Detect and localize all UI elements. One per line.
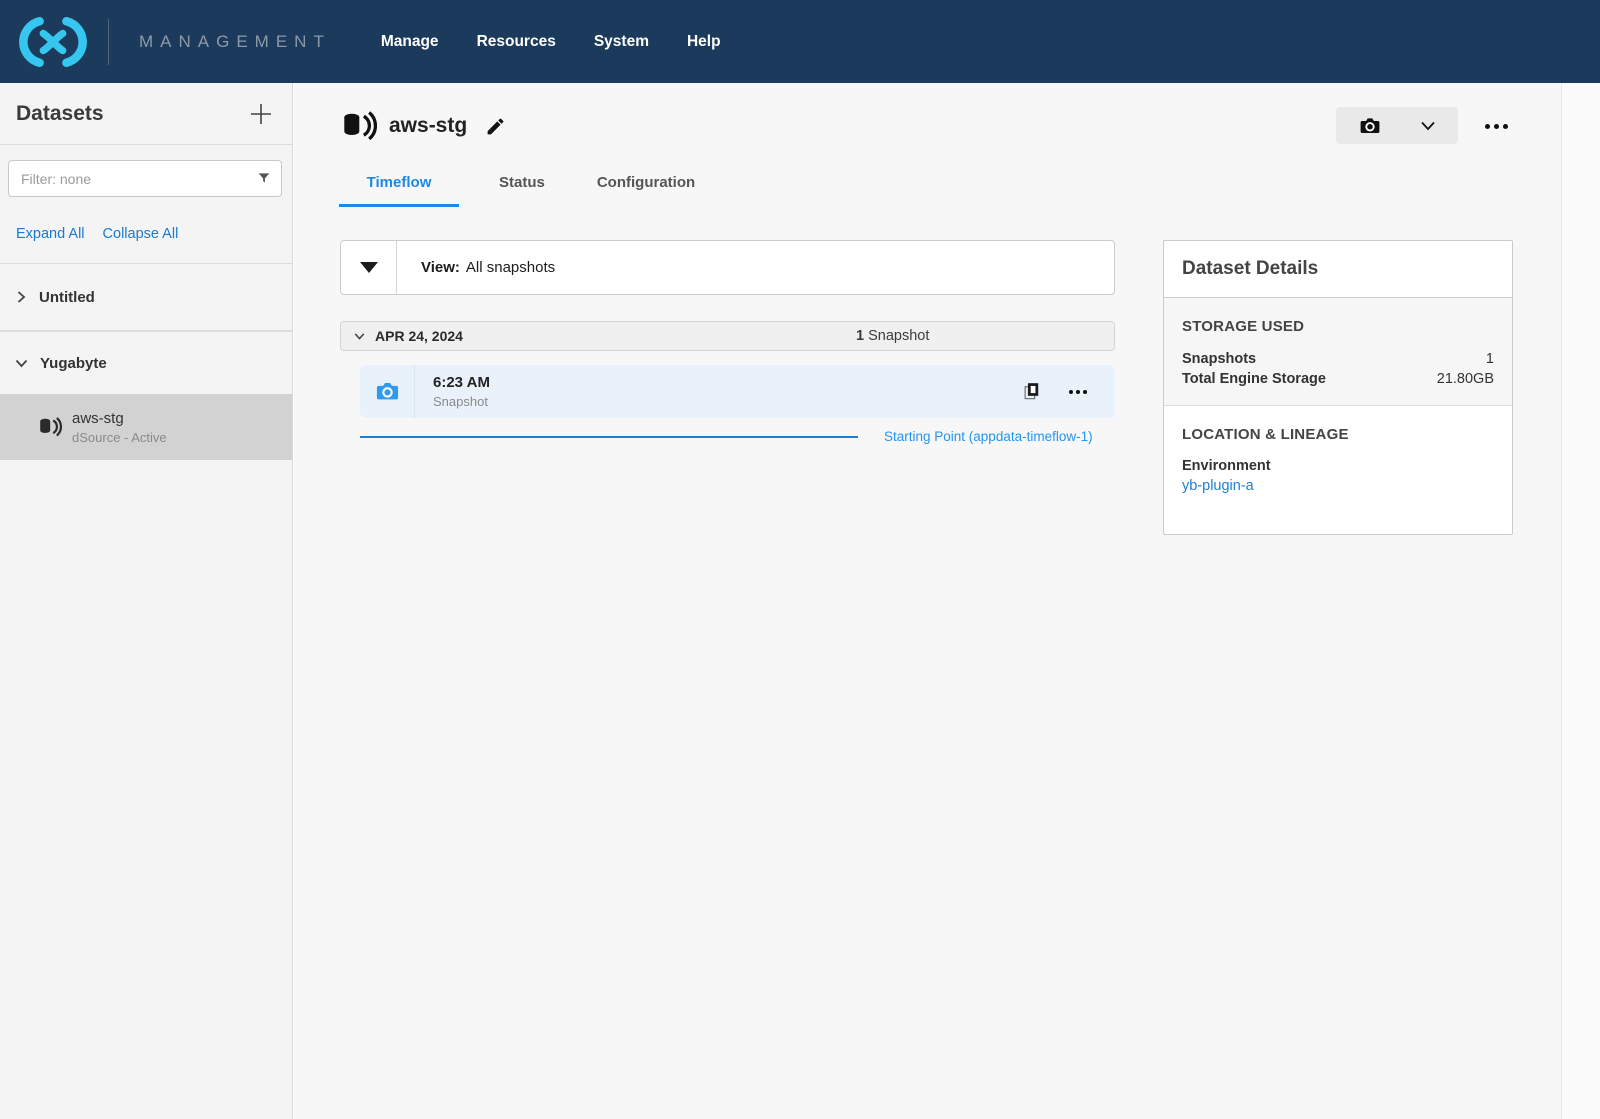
nav-item-manage[interactable]: Manage — [381, 33, 439, 51]
sidebar-group-yugabyte[interactable]: Yugabyte — [0, 331, 292, 394]
nav-item-system[interactable]: System — [594, 33, 649, 51]
view-selector-toggle[interactable] — [341, 241, 397, 294]
environment-label: Environment — [1182, 458, 1494, 474]
group-label: Untitled — [39, 289, 95, 306]
group-label: Yugabyte — [40, 355, 107, 372]
environment-link[interactable]: yb-plugin-a — [1182, 478, 1494, 518]
timeline-row: Starting Point (appdata-timeflow-1) — [360, 429, 1115, 444]
group-date: APR 24, 2024 — [375, 328, 463, 344]
nav-links: Manage Resources System Help — [381, 33, 721, 51]
dsource-icon — [38, 415, 62, 439]
ellipsis-icon — [1485, 124, 1490, 129]
dataset-name: aws-stg — [72, 410, 167, 427]
sidebar-header: Datasets — [0, 83, 292, 145]
snapshot-more-options-button[interactable] — [1069, 390, 1087, 394]
snapshot-camera-cell — [360, 365, 415, 418]
sidebar-item-aws-stg[interactable]: aws-stg dSource - Active — [0, 394, 292, 460]
pencil-icon — [485, 116, 506, 137]
filter-field-wrap — [8, 160, 282, 197]
delphix-logo-icon[interactable] — [14, 15, 92, 69]
view-value: All snapshots — [466, 259, 555, 276]
view-label: View: — [421, 259, 460, 276]
location-lineage-section: LOCATION & LINEAGE Environment yb-plugin… — [1164, 406, 1512, 534]
snapshot-camera-icon — [374, 378, 401, 405]
storage-used-section: STORAGE USED Snapshots 1 Total Engine St… — [1164, 298, 1512, 406]
dataset-tabs: Timeflow Status Configuration — [339, 166, 707, 207]
chevron-down-icon — [1420, 120, 1436, 132]
datasets-sidebar: Datasets Expand All Collapse All Untitle… — [0, 83, 293, 1119]
storage-row-snapshots: Snapshots 1 — [1182, 349, 1494, 369]
nav-item-resources[interactable]: Resources — [477, 33, 556, 51]
starting-point-link[interactable]: Starting Point (appdata-timeflow-1) — [884, 429, 1093, 444]
brand-text: MANAGEMENT — [139, 32, 331, 52]
details-title: Dataset Details — [1182, 258, 1318, 280]
more-options-button[interactable] — [1476, 113, 1516, 139]
filter-funnel-icon[interactable] — [256, 170, 272, 191]
snapshot-action-button[interactable] — [1336, 107, 1458, 144]
edit-name-button[interactable] — [485, 116, 506, 137]
snapshot-actions — [1022, 365, 1115, 418]
storage-rows: Snapshots 1 Total Engine Storage 21.80GB — [1182, 349, 1494, 389]
tab-timeflow[interactable]: Timeflow — [339, 166, 459, 207]
sidebar-links: Expand All Collapse All — [16, 226, 276, 242]
ellipsis-icon — [1069, 390, 1073, 394]
tree-item-texts: aws-stg dSource - Active — [72, 410, 167, 445]
storage-row-total-engine: Total Engine Storage 21.80GB — [1182, 369, 1494, 389]
tab-configuration[interactable]: Configuration — [585, 166, 707, 207]
view-text: View: All snapshots — [397, 241, 555, 294]
sidebar-group-untitled[interactable]: Untitled — [0, 263, 292, 331]
copy-icon — [1022, 381, 1041, 402]
dataset-filter-input[interactable] — [8, 160, 282, 197]
snapshot-texts: 6:23 AM Snapshot — [415, 365, 1022, 418]
collapse-all-link[interactable]: Collapse All — [103, 226, 179, 242]
dsource-icon — [341, 108, 377, 144]
expand-all-link[interactable]: Expand All — [16, 226, 85, 242]
snapshot-time: 6:23 AM — [433, 374, 1022, 391]
plus-icon — [248, 101, 274, 127]
snapshot-row[interactable]: 6:23 AM Snapshot — [360, 365, 1115, 418]
sidebar-title: Datasets — [16, 102, 104, 126]
scrollbar-gutter[interactable] — [1561, 83, 1600, 1119]
nav-item-help[interactable]: Help — [687, 33, 721, 51]
triangle-down-icon — [360, 262, 378, 273]
nav-divider — [108, 19, 109, 65]
details-header: Dataset Details — [1164, 241, 1512, 298]
snapshot-group-header[interactable]: APR 24, 2024 1 Snapshot — [340, 321, 1115, 351]
page-title: aws-stg — [389, 114, 467, 138]
dataset-title-row: aws-stg — [341, 108, 506, 144]
top-navigation-bar: MANAGEMENT Manage Resources System Help — [0, 0, 1600, 83]
chevron-right-icon — [14, 290, 28, 304]
dataset-subtitle: dSource - Active — [72, 430, 167, 445]
camera-icon — [1358, 114, 1382, 138]
copy-timeflow-button[interactable] — [1022, 381, 1041, 402]
chevron-down-icon — [14, 356, 29, 370]
add-dataset-button[interactable] — [246, 99, 276, 129]
dataset-details-panel: Dataset Details STORAGE USED Snapshots 1… — [1163, 240, 1513, 535]
snapshot-type: Snapshot — [433, 394, 1022, 409]
location-lineage-heading: LOCATION & LINEAGE — [1182, 426, 1494, 443]
timeline-line — [360, 436, 858, 438]
view-selector[interactable]: View: All snapshots — [340, 240, 1115, 295]
storage-used-heading: STORAGE USED — [1182, 318, 1494, 335]
chevron-down-icon — [353, 330, 366, 342]
tab-status[interactable]: Status — [487, 166, 557, 207]
main-content: aws-stg Timeflow Status Configuration — [294, 83, 1600, 1119]
group-snapshot-count: 1 Snapshot — [856, 328, 929, 344]
